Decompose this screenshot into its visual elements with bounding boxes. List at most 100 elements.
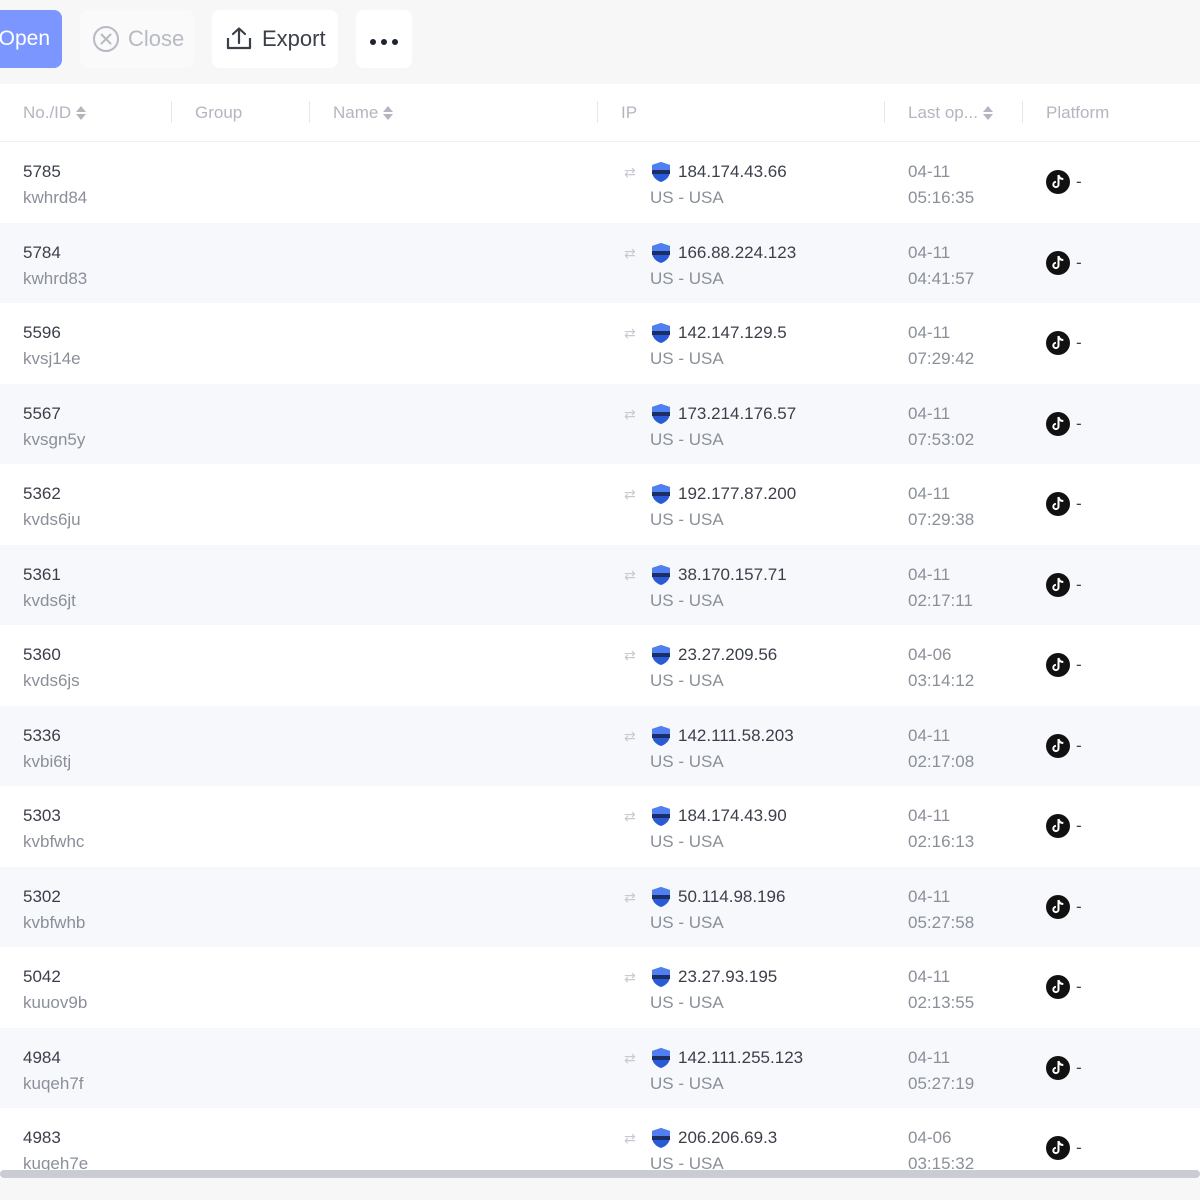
last-open-date: 04-11: [908, 323, 951, 342]
column-divider[interactable]: [309, 101, 310, 123]
shield-icon: [650, 644, 672, 666]
column-divider[interactable]: [597, 101, 598, 123]
table-row[interactable]: 5784 kwhrd83 ⇄ 166.88.224.123 US - USA 0…: [0, 222, 1200, 303]
platform-account: -: [1076, 172, 1082, 191]
profile-number: 5303: [23, 806, 61, 825]
table-row[interactable]: 4983 kuqeh7e ⇄ 206.206.69.3 US - USA 04-…: [0, 1108, 1200, 1170]
sort-icon[interactable]: [75, 105, 87, 121]
tiktok-icon[interactable]: [1046, 250, 1070, 275]
tiktok-icon[interactable]: [1046, 814, 1070, 838]
open-button[interactable]: Open: [0, 10, 62, 68]
profile-number: 5042: [23, 967, 61, 986]
ip-address: 38.170.157.71: [678, 564, 787, 584]
platform-account: -: [1076, 896, 1082, 916]
profile-number: 5362: [23, 484, 61, 503]
table-row[interactable]: 5303 kvbfwhc ⇄ 184.174.43.90 US - USA 04…: [0, 786, 1200, 867]
shield-icon: [650, 564, 672, 586]
table-row[interactable]: 5362 kvds6ju ⇄ 192.177.87.200 US - USA 0…: [0, 464, 1200, 545]
last-open-cell: 04-06 03:15:32: [908, 1125, 974, 1170]
sort-icon[interactable]: [382, 105, 394, 121]
column-header-last-open[interactable]: Last op...: [908, 84, 994, 142]
swap-icon[interactable]: ⇄: [624, 723, 650, 749]
platform-cell: -: [1046, 250, 1082, 276]
platform-cell: -: [1046, 1055, 1082, 1081]
last-open-cell: 04-11 07:29:38: [908, 481, 974, 533]
platform-cell: -: [1046, 974, 1082, 1000]
platform-account: -: [1076, 413, 1082, 433]
column-header-name[interactable]: Name: [333, 84, 394, 142]
profile-number: 5785: [23, 162, 61, 181]
last-open-cell: 04-06 03:14:12: [908, 642, 974, 694]
profile-number: 5567: [23, 403, 61, 423]
tiktok-icon[interactable]: [1046, 975, 1070, 999]
profile-number: 4983: [23, 1128, 61, 1147]
last-open-date: 04-06: [908, 645, 952, 664]
column-header-ip[interactable]: IP: [621, 84, 637, 142]
tiktok-icon[interactable]: [1046, 1055, 1070, 1080]
column-header-platform[interactable]: Platform: [1046, 84, 1109, 142]
ip-location: US - USA: [650, 912, 724, 932]
export-button[interactable]: Export: [212, 10, 338, 68]
table-row[interactable]: 5302 kvbfwhb ⇄ 50.114.98.196 US - USA 04…: [0, 866, 1200, 947]
swap-icon[interactable]: ⇄: [624, 320, 650, 346]
horizontal-scrollbar[interactable]: [0, 1170, 1200, 1178]
id-cell: 5596 kvsj14e: [23, 320, 81, 372]
id-cell: 5784 kwhrd83: [23, 240, 87, 292]
tiktok-icon[interactable]: [1046, 733, 1070, 758]
swap-icon[interactable]: ⇄: [624, 1125, 650, 1151]
tiktok-icon[interactable]: [1046, 331, 1070, 355]
column-divider[interactable]: [171, 101, 172, 123]
last-open-cell: 04-11 07:53:02: [908, 401, 974, 453]
upload-icon: [224, 26, 254, 52]
swap-icon[interactable]: ⇄: [624, 240, 650, 266]
more-button[interactable]: [356, 10, 412, 68]
id-cell: 5042 kuuov9b: [23, 964, 87, 1016]
last-open-time: 07:53:02: [908, 429, 975, 449]
id-cell: 5362 kvds6ju: [23, 481, 81, 533]
swap-icon[interactable]: ⇄: [624, 964, 650, 990]
column-header-group[interactable]: Group: [195, 84, 242, 142]
swap-icon[interactable]: ⇄: [624, 159, 650, 185]
swap-icon[interactable]: ⇄: [624, 1045, 650, 1071]
close-button-label: Close: [128, 26, 185, 51]
table-row[interactable]: 5785 kwhrd84 ⇄ 184.174.43.66 US - USA 04…: [0, 142, 1200, 223]
profile-number: 5784: [23, 242, 61, 262]
column-divider[interactable]: [884, 101, 885, 123]
tiktok-icon[interactable]: [1046, 492, 1070, 516]
profile-code: kuqeh7e: [23, 1154, 89, 1170]
table-row[interactable]: 5360 kvds6js ⇄ 23.27.209.56 US - USA 04-…: [0, 625, 1200, 706]
tiktok-icon[interactable]: [1046, 653, 1070, 677]
tiktok-icon[interactable]: [1046, 170, 1070, 194]
profile-code: kvds6jt: [23, 590, 76, 610]
platform-account: -: [1076, 1138, 1082, 1157]
swap-icon[interactable]: ⇄: [624, 562, 650, 588]
column-divider[interactable]: [1022, 101, 1023, 123]
table-row[interactable]: 5042 kuuov9b ⇄ 23.27.93.195 US - USA 04-…: [0, 947, 1200, 1028]
tiktok-icon[interactable]: [1046, 572, 1070, 597]
ip-address: 23.27.93.195: [678, 967, 778, 986]
sort-icon[interactable]: [982, 105, 994, 121]
table-row[interactable]: 5336 kvbi6tj ⇄ 142.111.58.203 US - USA 0…: [0, 705, 1200, 786]
tiktok-icon[interactable]: [1046, 411, 1070, 436]
table-row[interactable]: 5567 kvsgn5y ⇄ 173.214.176.57 US - USA 0…: [0, 383, 1200, 464]
profile-code: kuqeh7f: [23, 1073, 84, 1093]
last-open-cell: 04-11 02:17:11: [908, 562, 973, 614]
swap-icon[interactable]: ⇄: [624, 884, 650, 910]
swap-icon[interactable]: ⇄: [624, 642, 650, 668]
close-button[interactable]: Close: [80, 10, 194, 68]
tiktok-icon[interactable]: [1046, 1136, 1070, 1160]
swap-icon[interactable]: ⇄: [624, 481, 650, 507]
table-row[interactable]: 5596 kvsj14e ⇄ 142.147.129.5 US - USA 04…: [0, 303, 1200, 384]
ip-address: 184.174.43.66: [678, 162, 787, 181]
table-row[interactable]: 4984 kuqeh7f ⇄ 142.111.255.123 US - USA …: [0, 1027, 1200, 1108]
shield-icon: [650, 483, 672, 505]
swap-icon[interactable]: ⇄: [624, 803, 650, 829]
column-header-id[interactable]: No./ID: [23, 84, 87, 142]
swap-icon[interactable]: ⇄: [624, 401, 650, 427]
platform-account: -: [1076, 735, 1082, 755]
ip-cell: ⇄ 206.206.69.3 US - USA: [624, 1125, 777, 1170]
ip-cell: ⇄ 23.27.93.195 US - USA: [624, 964, 777, 1016]
profile-code: kvbfwhc: [23, 832, 85, 851]
table-row[interactable]: 5361 kvds6jt ⇄ 38.170.157.71 US - USA 04…: [0, 544, 1200, 625]
tiktok-icon[interactable]: [1046, 894, 1070, 919]
